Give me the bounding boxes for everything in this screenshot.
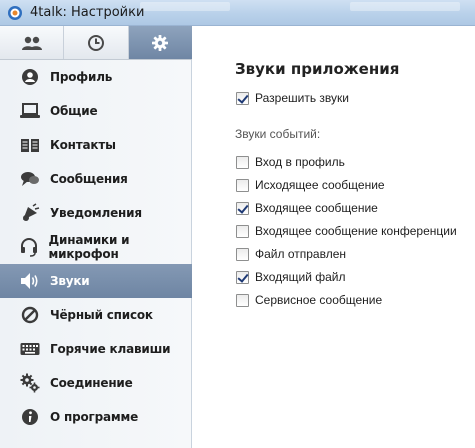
enable-sounds-checkbox[interactable]: Разрешить звуки	[236, 90, 349, 106]
sidebar-nav: Профиль Общие Контакты Сообщения Уведомл…	[0, 60, 192, 434]
sidebar-item-label: Динамики и микрофон	[48, 233, 130, 261]
sidebar-item-connection[interactable]: Соединение	[0, 366, 192, 400]
checkbox-label: Входящее сообщение конференции	[255, 224, 457, 238]
checkbox-box[interactable]	[236, 155, 249, 169]
sidebar-item-label: Общие	[50, 104, 98, 118]
sidebar-item-general[interactable]: Общие	[0, 94, 192, 128]
tab-history[interactable]	[64, 26, 129, 59]
sidebar-item-about[interactable]: О программе	[0, 400, 192, 434]
checkbox-label: Входящий файл	[255, 270, 346, 284]
background-window-ghost	[350, 2, 460, 11]
tab-settings[interactable]	[128, 26, 192, 59]
event-sound-checkbox[interactable]: Вход в профиль	[236, 154, 345, 170]
chat-bubbles-icon	[20, 169, 40, 189]
sidebar-item-sounds[interactable]: Звуки	[0, 264, 192, 298]
sidebar-item-messages[interactable]: Сообщения	[0, 162, 192, 196]
sidebar-item-label: Уведомления	[50, 206, 142, 220]
event-sound-checkbox[interactable]: Входящий файл	[236, 269, 346, 285]
sidebar-item-label: Сообщения	[50, 172, 128, 186]
gears-icon	[20, 373, 40, 393]
window-titlebar: 4talk: Настройки	[0, 0, 475, 26]
sidebar-item-notifications[interactable]: Уведомления	[0, 196, 192, 230]
sidebar-item-audio-devices[interactable]: Динамики и микрофон	[0, 230, 192, 264]
checkbox-label: Входящее сообщение	[255, 201, 378, 215]
block-icon	[20, 305, 40, 325]
checkbox-box[interactable]	[236, 247, 249, 261]
events-heading: Звуки событий:	[235, 127, 321, 141]
notification-icon	[20, 203, 40, 223]
checkbox-label: Файл отправлен	[255, 247, 346, 261]
keyboard-icon	[20, 339, 40, 359]
background-window-ghost	[140, 2, 230, 11]
speaker-icon	[20, 271, 40, 291]
window-title: 4talk: Настройки	[30, 5, 145, 20]
checkbox-box[interactable]	[236, 293, 249, 307]
profile-icon	[20, 67, 40, 87]
event-sound-checkbox[interactable]: Файл отправлен	[236, 246, 346, 262]
clock-icon	[87, 34, 104, 51]
info-icon	[20, 407, 40, 427]
headset-icon	[20, 237, 39, 257]
event-sound-checkbox[interactable]: Входящее сообщение конференции	[236, 223, 457, 239]
gear-icon	[152, 34, 169, 51]
checkbox-label: Разрешить звуки	[255, 91, 349, 105]
checkbox-box[interactable]	[236, 91, 249, 105]
checkbox-box[interactable]	[236, 224, 249, 238]
checkbox-box[interactable]	[236, 178, 249, 192]
event-sound-checkbox[interactable]: Сервисное сообщение	[236, 292, 382, 308]
checkbox-label: Сервисное сообщение	[255, 293, 383, 307]
checkbox-label: Исходящее сообщение	[255, 178, 385, 192]
checkbox-box[interactable]	[236, 201, 249, 215]
sidebar-item-label: О программе	[50, 410, 139, 424]
sidebar: Профиль Общие Контакты Сообщения Уведомл…	[0, 26, 192, 448]
contacts-icon	[21, 36, 42, 50]
sidebar-item-hotkeys[interactable]: Горячие клавиши	[0, 332, 192, 366]
sidebar-tabs	[0, 26, 192, 60]
sidebar-item-blacklist[interactable]: Чёрный список	[0, 298, 192, 332]
sidebar-item-contacts[interactable]: Контакты	[0, 128, 192, 162]
tab-contacts[interactable]	[0, 26, 65, 59]
laptop-icon	[20, 101, 40, 121]
sidebar-item-label: Соединение	[50, 376, 133, 390]
sidebar-item-profile[interactable]: Профиль	[0, 60, 192, 94]
event-sound-checkbox[interactable]: Входящее сообщение	[236, 200, 378, 216]
checkbox-label: Вход в профиль	[255, 155, 345, 169]
sidebar-item-label: Чёрный список	[50, 308, 153, 322]
event-sound-checkbox[interactable]: Исходящее сообщение	[236, 177, 385, 193]
book-icon	[20, 135, 40, 155]
page-title: Звуки приложения	[235, 60, 400, 78]
settings-panel: Звуки приложения Разрешить звуки Звуки с…	[192, 26, 475, 448]
sidebar-item-label: Профиль	[50, 70, 113, 84]
sidebar-item-label: Контакты	[50, 138, 116, 152]
sidebar-item-label: Звуки	[50, 274, 90, 288]
app-logo-icon	[8, 6, 22, 20]
sidebar-item-label: Горячие клавиши	[50, 342, 171, 356]
checkbox-box[interactable]	[236, 270, 249, 284]
